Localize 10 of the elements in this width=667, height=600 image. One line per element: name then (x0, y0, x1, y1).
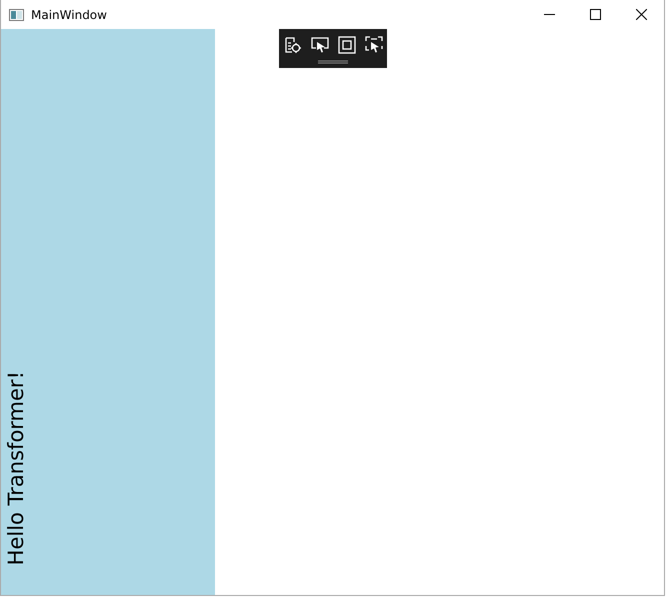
frame-icon[interactable] (338, 36, 356, 54)
select-region-icon[interactable] (364, 36, 382, 54)
select-pointer-icon[interactable] (310, 36, 328, 54)
maximize-icon (590, 9, 600, 20)
panel-text: Hello Transformer! (4, 370, 28, 565)
window-icon (9, 8, 24, 20)
drag-handle[interactable] (318, 60, 348, 64)
close-icon (636, 9, 646, 20)
window-title: MainWindow (31, 8, 107, 22)
inspect-icon[interactable] (284, 36, 302, 54)
